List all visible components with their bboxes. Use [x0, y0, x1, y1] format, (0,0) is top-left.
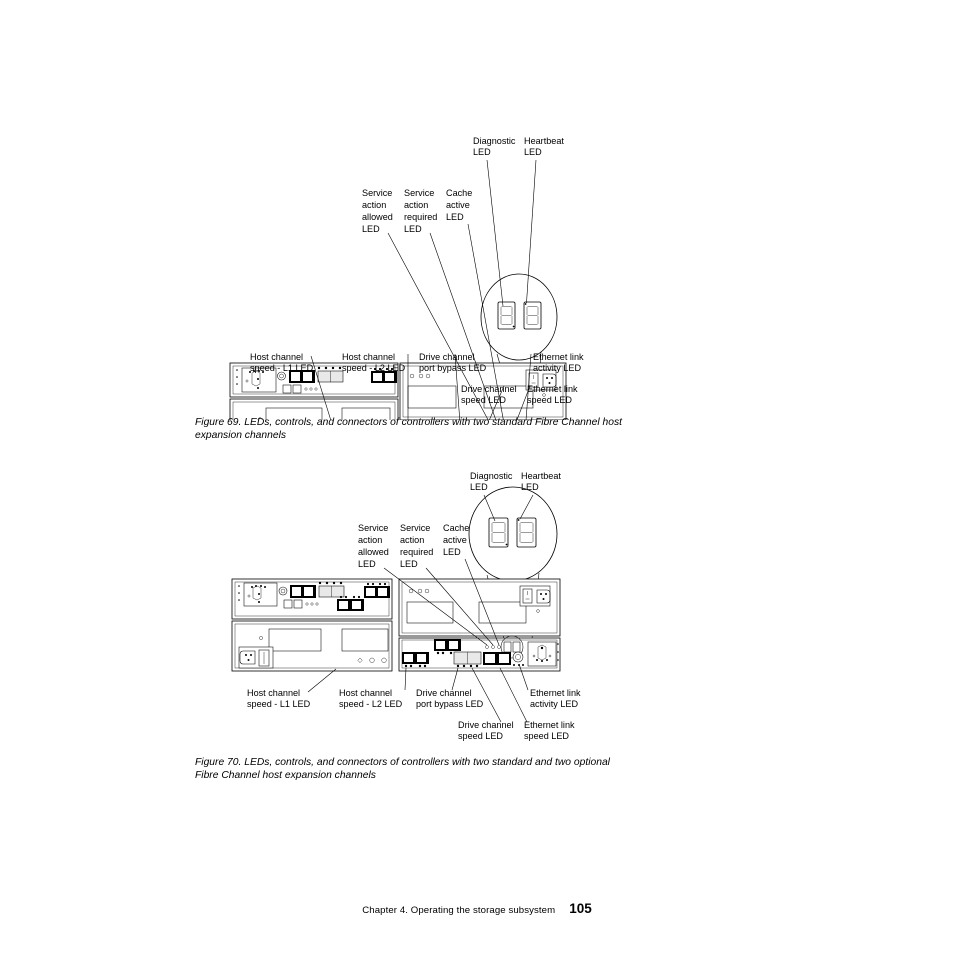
service-action-allowed-label-line4: LED	[358, 559, 376, 569]
ethernet-link-activity-label-line1: Ethernet link	[530, 688, 581, 698]
host-channel-l2-ports	[483, 652, 511, 665]
service-action-allowed-label-line2: action	[358, 535, 382, 545]
heartbeat-led-label-line2: LED	[524, 147, 542, 157]
diagnostic-led-label-line2: LED	[470, 482, 488, 492]
service-action-required-label-line4: LED	[404, 224, 422, 234]
drive-channel-speed-label-line1: Drive channel	[461, 384, 517, 394]
ethernet-link-activity-label-line1: Ethernet link	[533, 352, 584, 362]
drive-channel-bypass-label-line1: Drive channel	[419, 352, 475, 362]
service-action-required-label-line1: Service	[404, 188, 434, 198]
host-channel-l1-label-line1: Host channel	[250, 352, 303, 362]
heartbeat-led-label-line1: Heartbeat	[524, 136, 564, 146]
ethernet-link-speed-label-line1: Ethernet link	[527, 384, 578, 394]
ethernet-link-activity-label-line2: activity LED	[533, 363, 581, 373]
cache-active-label-line1: Cache	[446, 188, 472, 198]
left-esm-upper	[231, 578, 393, 620]
service-action-allowed-label-line4: LED	[362, 224, 380, 234]
ethernet-link-speed-label-line2: speed LED	[524, 731, 569, 741]
storage-subsystem-rear-view	[231, 578, 561, 672]
cache-active-label-line3: LED	[443, 547, 461, 557]
cache-active-label-line2: active	[443, 535, 467, 545]
host-channel-l1-label-line1: Host channel	[247, 688, 300, 698]
figure-69-caption: Figure 69. LEDs, controls, and connector…	[195, 417, 622, 442]
diagnostic-seven-segment-display	[497, 301, 516, 330]
left-power-supply-lower	[231, 620, 393, 672]
drive-channel-speed-led-dot	[469, 664, 473, 668]
host-channel-l1-label-line2: speed - L1 LED	[250, 363, 314, 373]
diagnostic-led-label-line1: Diagnostic	[473, 136, 516, 146]
page-footer: Chapter 4. Operating the storage subsyst…	[0, 900, 954, 918]
host-channel-l2-label-line2: speed - L2 LED	[339, 699, 403, 709]
serial-diagnostic-block	[527, 641, 557, 667]
heartbeat-seven-segment-display	[516, 517, 537, 548]
host-channel-l2-label-line1: Host channel	[342, 352, 395, 362]
cache-active-label-line1: Cache	[443, 523, 469, 533]
host-channel-l2-label-line2: speed - L2 LED	[342, 363, 406, 373]
ethernet-link-speed-label-line1: Ethernet link	[524, 720, 575, 730]
host-channel-speed-l1-led-dot	[404, 664, 408, 668]
service-action-allowed-label-line2: action	[362, 200, 386, 210]
cache-active-label-line3: LED	[446, 212, 464, 222]
heartbeat-led-label-line1: Heartbeat	[521, 471, 561, 481]
drive-channel-speed-label-line1: Drive channel	[458, 720, 514, 730]
service-action-required-label-line4: LED	[400, 559, 418, 569]
diagnostic-led-label-line1: Diagnostic	[470, 471, 513, 481]
figure-70-artwork: Diagnostic LED Heartbeat LED Service act…	[0, 457, 954, 757]
service-action-required-label-line1: Service	[400, 523, 430, 533]
right-controller-a-upper	[398, 578, 561, 637]
service-action-required-label-line3: required	[400, 547, 433, 557]
service-action-required-label-line2: action	[400, 535, 424, 545]
ethernet-link-activity-label-line2: activity LED	[530, 699, 578, 709]
drive-channel-bypass-label-line2: port bypass LED	[419, 363, 487, 373]
figure-70-bottom-labels: Host channel speed - L1 LED Host channel…	[247, 688, 581, 741]
drive-channel-port-bypass-led-dot	[456, 664, 460, 668]
service-action-allowed-label-line3: allowed	[362, 212, 393, 222]
service-action-allowed-label-line3: allowed	[358, 547, 389, 557]
footer-chapter-text: Chapter 4. Operating the storage subsyst…	[362, 905, 556, 916]
drive-channel-bypass-label-line1: Drive channel	[416, 688, 472, 698]
document-page: Diagnostic LED Heartbeat LED Service act…	[0, 0, 954, 954]
heartbeat-seven-segment-display	[523, 301, 542, 330]
service-action-allowed-label-line1: Service	[362, 188, 392, 198]
service-action-allowed-label-line1: Service	[358, 523, 388, 533]
drive-channel-bypass-label-line2: port bypass LED	[416, 699, 484, 709]
diagnostic-seven-segment-display	[488, 517, 509, 548]
figure-69-artwork: Diagnostic LED Heartbeat LED Service act…	[0, 120, 954, 420]
service-action-required-label-line3: required	[404, 212, 437, 222]
service-action-required-label-line2: action	[404, 200, 428, 210]
figure-70-caption: Figure 70. LEDs, controls, and connector…	[195, 757, 610, 782]
ethernet-link-speed-label-line2: speed LED	[527, 395, 572, 405]
diagnostic-led-label-line2: LED	[473, 147, 491, 157]
host-channel-l2-label-line1: Host channel	[339, 688, 392, 698]
right-controller-b-lower	[398, 635, 561, 672]
drive-channel-speed-label-line2: speed LED	[458, 731, 503, 741]
cache-active-label-line2: active	[446, 200, 470, 210]
host-channel-l1-label-line2: speed - L1 LED	[247, 699, 311, 709]
footer-page-number: 105	[569, 901, 592, 916]
